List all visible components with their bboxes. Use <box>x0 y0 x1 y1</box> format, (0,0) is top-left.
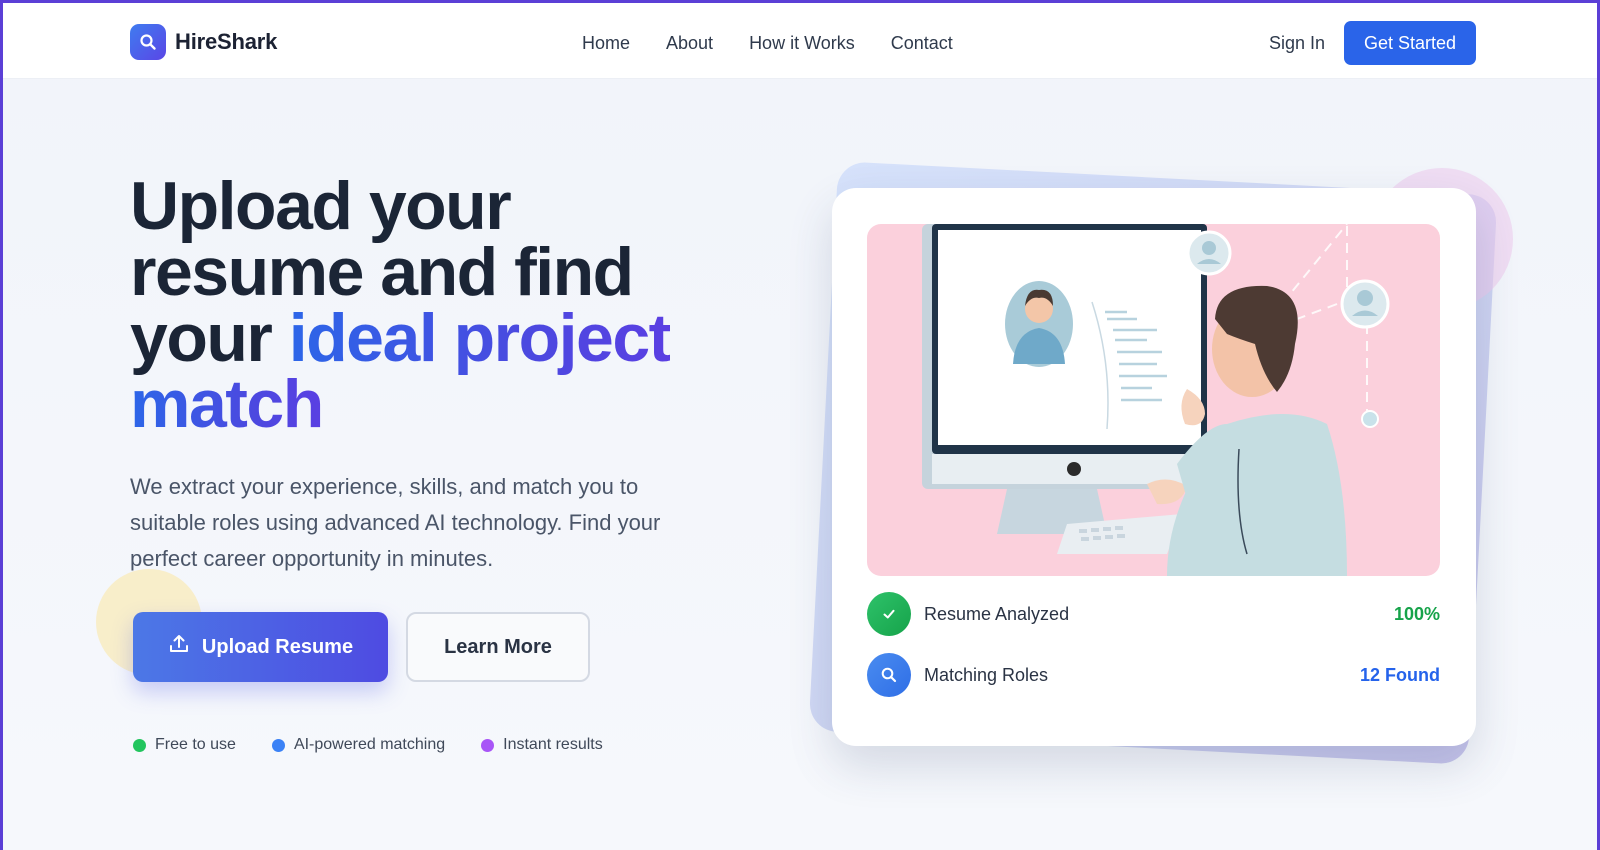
nav-link-home[interactable]: Home <box>582 33 630 54</box>
nav-links: Home About How it Works Contact <box>582 33 953 54</box>
status-row-matching-roles: Matching Roles 12 Found <box>867 653 1440 697</box>
hero-title-line-3: your <box>130 300 289 376</box>
feature-item: Free to use <box>133 736 236 754</box>
brand-logo[interactable]: HireShark <box>130 24 277 60</box>
upload-icon <box>168 633 190 661</box>
hero-title: Upload your resume and find your ideal p… <box>130 172 770 438</box>
feature-label: Instant results <box>503 736 603 753</box>
feature-label: Free to use <box>155 736 236 753</box>
upload-resume-label: Upload Resume <box>201 635 354 658</box>
feature-label: AI-powered matching <box>293 736 446 753</box>
feature-list: Free to use AI-powered matching Instant … <box>133 736 603 754</box>
status-row-resume-analyzed: Resume Analyzed 100% <box>867 592 1440 636</box>
nav-link-contact[interactable]: Contact <box>891 33 953 54</box>
resume-analysis-card: Resume Analyzed 100% Matching Roles 12 F… <box>832 188 1476 746</box>
top-navigation: HireShark Home About How it Works Contac… <box>3 3 1597 79</box>
status-value: 100% <box>1393 603 1440 624</box>
page-frame: HireShark Home About How it Works Contac… <box>0 0 1600 850</box>
check-icon <box>867 592 911 636</box>
status-label: Matching Roles <box>924 664 1049 685</box>
purple-dot-icon <box>481 738 495 752</box>
search-icon <box>867 653 911 697</box>
status-value: 12 Found <box>1360 664 1440 685</box>
hero-title-highlight-2: match <box>130 366 324 442</box>
nav-link-how-it-works[interactable]: How it Works <box>749 33 855 54</box>
feature-item: AI-powered matching <box>271 736 446 754</box>
blue-dot-icon <box>271 738 285 752</box>
brand-name: HireShark <box>175 29 278 54</box>
sign-in-link[interactable]: Sign In <box>1269 33 1325 54</box>
logo-search-icon <box>130 24 166 60</box>
upload-resume-button[interactable]: Upload Resume <box>133 612 388 682</box>
feature-item: Instant results <box>481 736 603 754</box>
hero-title-line-1: Upload your <box>130 168 512 244</box>
green-dot-icon <box>133 738 146 752</box>
nav-link-about[interactable]: About <box>666 33 713 54</box>
get-started-button[interactable]: Get Started <box>1344 21 1476 65</box>
resume-matching-illustration <box>867 224 1440 576</box>
status-label: Resume Analyzed <box>924 603 1070 624</box>
hero-description: We extract your experience, skills, and … <box>130 474 661 571</box>
hero-title-line-2: resume and find <box>130 234 634 310</box>
learn-more-button[interactable]: Learn More <box>406 612 590 682</box>
hero-title-highlight-1: ideal project <box>288 300 672 376</box>
